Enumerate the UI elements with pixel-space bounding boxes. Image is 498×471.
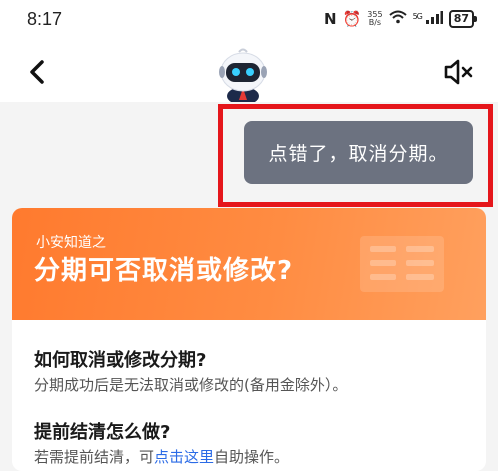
- chevron-left-icon: [30, 60, 44, 84]
- document-illustration-icon: [360, 236, 444, 292]
- faq-question-cancel: 如何取消或修改分期?: [34, 350, 207, 371]
- answer-text-suffix: 自助操作。: [214, 448, 290, 466]
- assistant-avatar: [208, 48, 278, 105]
- network-speed-unit: B/s: [368, 18, 382, 27]
- user-message-bubble[interactable]: 点错了，取消分期。: [244, 121, 473, 184]
- status-icons: N ⏰ 355 B/s 5G 87: [324, 10, 478, 28]
- nfc-icon: N: [324, 10, 337, 28]
- wifi-icon: [388, 10, 407, 28]
- network-speed: 355 B/s: [367, 11, 382, 27]
- speaker-muted-icon: [444, 59, 473, 85]
- status-bar: 8:17 N ⏰ 355 B/s 5G 87: [0, 0, 498, 40]
- answer-card: 小安知道之 分期可否取消或修改? 如何取消或修改分期? 分期成功后是无法取消或修…: [12, 208, 486, 471]
- alarm-icon: ⏰: [342, 10, 362, 28]
- self-service-link[interactable]: 点击这里: [154, 448, 214, 466]
- battery-indicator: 87: [448, 10, 478, 28]
- faq-answer-early-payoff: 若需提前结清，可点击这里自助操作。: [34, 446, 289, 467]
- back-button[interactable]: [20, 54, 56, 90]
- faq-question-early-payoff: 提前结清怎么做?: [34, 422, 171, 443]
- robot-avatar-icon: [219, 48, 267, 105]
- banner-subtitle: 小安知道之: [36, 235, 106, 251]
- signal-label: 5G: [412, 12, 423, 21]
- banner-title: 分期可否取消或修改?: [34, 256, 294, 286]
- status-time: 8:17: [27, 9, 63, 29]
- answer-text-prefix: 若需提前结清，可: [34, 448, 155, 466]
- signal-icon: 5G: [413, 11, 443, 27]
- header-bar: [0, 40, 498, 105]
- card-banner: 小安知道之 分期可否取消或修改?: [12, 208, 486, 320]
- mute-button[interactable]: [440, 54, 476, 90]
- faq-answer-cancel: 分期成功后是无法取消或修改的(备用金除外）。: [34, 376, 348, 394]
